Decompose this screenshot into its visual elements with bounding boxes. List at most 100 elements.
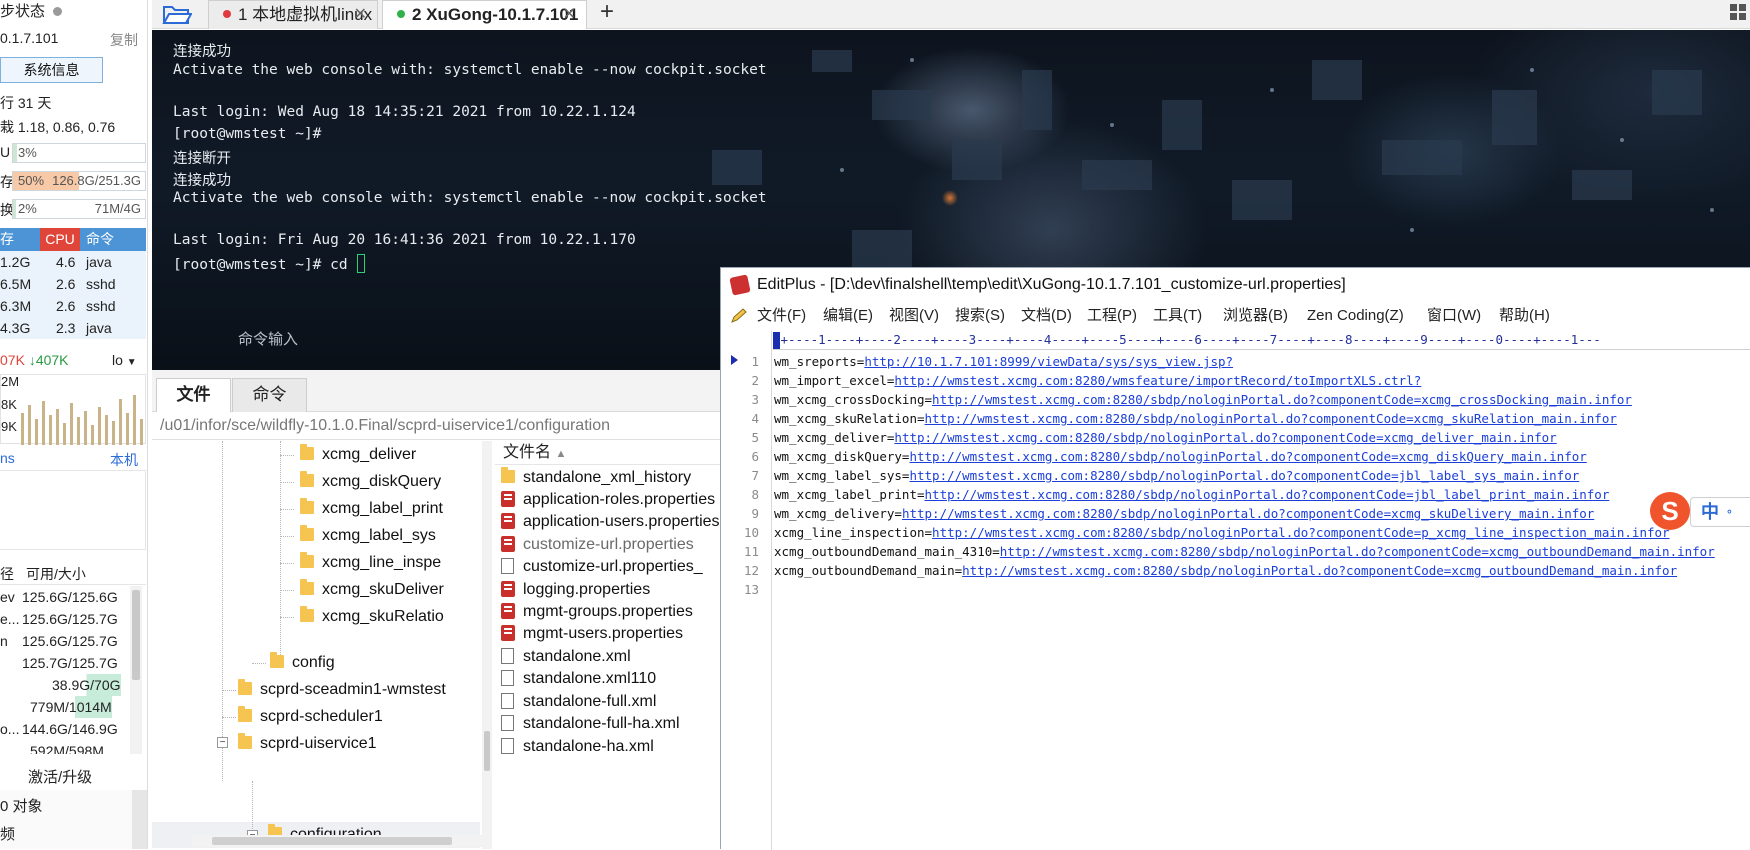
tab-local-vm[interactable]: 1 本地虚拟机linux ✕ [208,0,378,29]
code-line[interactable]: 11 xcmg_outboundDemand_main_4310=http://w… [721,542,1750,561]
file-item[interactable]: mgmt-groups.properties [501,601,693,623]
tree-horizontal-scrollbar[interactable] [192,835,482,847]
property-url-link[interactable]: http://wmstest.xcmg.com:8280/sbdp/nologi… [1000,544,1715,559]
file-item[interactable]: logging.properties [501,579,650,601]
process-col-cpu[interactable]: CPU [40,228,80,251]
code-line[interactable]: 7 wm_xcmg_label_sys=http://wmstest.xcmg.c… [721,466,1750,485]
disk-row[interactable]: ev 125.6G/125.6G [0,586,146,608]
tree-node[interactable]: xcmg_label_sys [300,523,436,549]
code-line[interactable]: 2 wm_import_excel=http://wmstest.xcmg.com… [721,371,1750,390]
code-line[interactable]: 12 xcmg_outboundDemand_main=http://wmstes… [721,561,1750,580]
process-col-mem[interactable]: 存 [0,228,14,251]
property-url-link[interactable]: http://wmstest.xcmg.com:8280/sbdp/nologi… [932,525,1670,540]
property-url-link[interactable]: http://wmstest.xcmg.com:8280/sbdp/nologi… [902,506,1594,521]
menu-document[interactable]: 文档(D) [1021,301,1072,331]
disk-row[interactable]: e... 125.6G/125.7G [0,608,146,630]
file-item[interactable]: standalone.xml110 [501,668,656,690]
tab-files[interactable]: 文件 [156,378,231,412]
process-row[interactable]: 1.2G 4.6 java [0,251,146,273]
tree-node[interactable]: xcmg_label_print [300,496,443,522]
copy-ip-button[interactable]: 复制 [110,30,138,50]
file-item[interactable]: customize-url.properties_ [501,556,703,578]
file-item[interactable]: standalone-full.xml [501,691,656,713]
tree-node[interactable]: xcmg_deliver [300,442,416,468]
menu-file[interactable]: 文件(F) [757,301,806,331]
activate-upgrade-link[interactable]: 激活/升级 [28,766,92,787]
menu-help[interactable]: 帮助(H) [1499,301,1550,331]
disk-col-size[interactable]: 可用/大小 [26,563,86,585]
tab-xugong[interactable]: 2 XuGong-10.1.7.101 ✕ [382,0,587,29]
property-url-link[interactable]: http://wmstest.xcmg.com:8280/sbdp/nologi… [894,430,1556,445]
code-line[interactable]: 4 wm_xcmg_skuRelation=http://wmstest.xcmg… [721,409,1750,428]
file-item[interactable]: mgmt-users.properties [501,623,683,645]
property-url-link[interactable]: http://wmstest.xcmg.com:8280/sbdp/nologi… [925,487,1610,502]
code-line[interactable]: 10 xcmg_line_inspection=http://wmstest.xc… [721,523,1750,542]
file-item-selected[interactable]: customize-url.properties [501,534,694,556]
process-row[interactable]: 6.3M 2.6 sshd [0,295,146,317]
property-url-link[interactable]: http://wmstest.xcmg.com:8280/sbdp/nologi… [932,392,1632,407]
process-row[interactable]: 6.5M 2.6 sshd [0,273,146,295]
property-url-link[interactable]: http://10.1.7.101:8999/viewData/sys/sys_… [864,354,1233,369]
menu-search[interactable]: 搜索(S) [955,301,1005,331]
disk-row[interactable]: o... 144.6G/146.9G [0,718,146,740]
process-col-command[interactable]: 命令 [86,228,114,251]
ping-host-select[interactable]: 本机 [110,450,138,470]
net-interface-select[interactable]: lo ▼ [112,352,137,368]
sogou-logo-icon[interactable]: S [1650,492,1690,530]
menu-window[interactable]: 窗口(W) [1427,301,1481,331]
tree-node[interactable]: scprd-sceadmin1-wmstest [238,677,446,703]
menu-project[interactable]: 工程(P) [1087,301,1137,331]
property-url-link[interactable]: http://wmstest.xcmg.com:8280/sbdp/nologi… [962,563,1677,578]
disk-row[interactable]: n 125.6G/125.7G [0,630,146,652]
file-item[interactable]: standalone-full-ha.xml [501,713,680,735]
ime-toolbar[interactable]: S 中 ° [1636,490,1750,532]
tree-node[interactable]: xcmg_line_inspe [300,550,441,576]
property-url-link[interactable]: http://wmstest.xcmg.com:8280/sbdp/nologi… [925,411,1617,426]
editplus-title-bar[interactable]: EditPlus - [D:\dev\finalshell\temp\edit\… [721,268,1750,301]
menu-edit[interactable]: 编辑(E) [823,301,873,331]
disk-row[interactable]: 592M/598M [0,740,146,754]
collapse-icon[interactable]: − [217,737,228,748]
path-input[interactable]: /u01/infor/sce/wildfly-10.1.0.Final/scpr… [152,413,720,440]
tree-node[interactable]: xcmg_skuDeliver [300,577,444,603]
tree-node[interactable]: xcmg_diskQuery [300,469,441,495]
tree-node[interactable]: xcmg_skuRelatio [300,604,444,630]
system-info-button[interactable]: 系统信息 [0,57,103,83]
menu-browser[interactable]: 浏览器(B) [1223,301,1288,331]
code-line[interactable]: 3 wm_xcmg_crossDocking=http://wmstest.xcm… [721,390,1750,409]
file-item[interactable]: standalone-ha.xml [501,736,654,758]
disk-row[interactable]: 779M/1014M [0,696,146,718]
code-line[interactable]: 5 wm_xcmg_deliver=http://wmstest.xcmg.com… [721,428,1750,447]
menu-view[interactable]: 视图(V) [889,301,939,331]
object-scrollbar[interactable] [132,790,147,849]
open-folder-icon[interactable] [162,3,196,27]
command-input[interactable]: 命令输入 [238,328,298,349]
add-tab-button[interactable]: + [600,0,614,26]
process-row[interactable]: 4.3G 2.3 java [0,317,146,339]
file-item[interactable]: application-users.properties [501,511,720,533]
close-icon[interactable]: ✕ [563,1,576,28]
file-item[interactable]: standalone_xml_history [501,467,691,489]
tree-scrollbar[interactable] [482,441,492,849]
tab-commands[interactable]: 命令 [232,378,307,412]
tree-node[interactable]: config [270,650,335,676]
disk-scrollbar[interactable] [130,586,142,754]
ime-mode-toggle[interactable]: 中 ° [1690,497,1750,527]
disk-col-path[interactable]: 径 [0,563,14,585]
close-icon[interactable]: ✕ [354,1,367,28]
file-item[interactable]: application-roles.properties [501,489,715,511]
code-line[interactable]: 1 wm_sreports=http://10.1.7.101:8999/view… [721,352,1750,371]
property-url-link[interactable]: http://wmstest.xcmg.com:8280/sbdp/nologi… [909,468,1579,483]
disk-row[interactable]: 38.9G/70G [0,674,146,696]
code-line[interactable]: 9 wm_xcmg_delivery=http://wmstest.xcmg.co… [721,504,1750,523]
layout-grid-icon[interactable] [1730,4,1746,20]
property-url-link[interactable]: http://wmstest.xcmg.com:8280/wmsfeature/… [894,373,1421,388]
file-item[interactable]: standalone.xml [501,646,631,668]
file-list-header[interactable]: 文件名 ▲ [495,441,720,465]
property-url-link[interactable]: http://wmstest.xcmg.com:8280/sbdp/nologi… [909,449,1586,464]
code-line[interactable]: 6 wm_xcmg_diskQuery=http://wmstest.xcmg.c… [721,447,1750,466]
tree-node[interactable]: scprd-uiservice1 [238,731,376,757]
tree-node[interactable]: scprd-scheduler1 [238,704,383,730]
menu-tools[interactable]: 工具(T) [1153,301,1202,331]
disk-row[interactable]: 125.7G/125.7G [0,652,146,674]
